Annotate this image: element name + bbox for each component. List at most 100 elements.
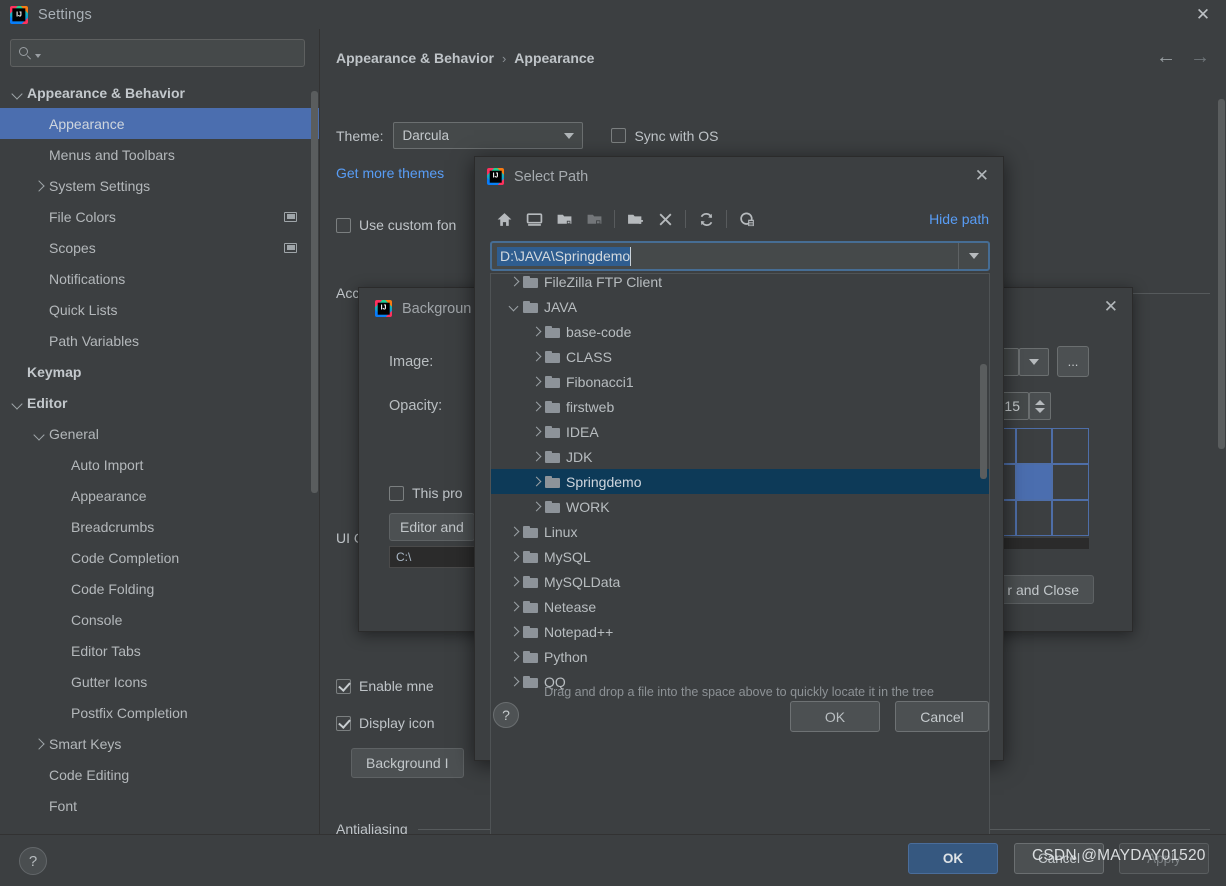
sidebar-item-file-colors[interactable]: File Colors bbox=[0, 201, 319, 232]
chevron-right-icon[interactable] bbox=[507, 524, 523, 540]
show-hidden-files-icon[interactable] bbox=[732, 206, 762, 232]
file-tree-row[interactable]: MySQL bbox=[491, 544, 989, 569]
home-icon[interactable] bbox=[489, 206, 519, 232]
cancel-button[interactable]: Cancel bbox=[895, 701, 989, 732]
theme-select[interactable]: Darcula bbox=[393, 122, 584, 149]
sidebar-item-code-editing[interactable]: Code Editing bbox=[0, 759, 319, 790]
sidebar-item-path-variables[interactable]: Path Variables bbox=[0, 325, 319, 356]
sidebar-item-breadcrumbs[interactable]: Breadcrumbs bbox=[0, 511, 319, 542]
close-icon[interactable]: ✕ bbox=[1104, 297, 1118, 317]
refresh-icon[interactable] bbox=[691, 206, 721, 232]
get-more-themes-link[interactable]: Get more themes bbox=[336, 165, 444, 181]
breadcrumb-root[interactable]: Appearance & Behavior bbox=[336, 50, 494, 66]
this-project-checkbox[interactable]: This pro bbox=[389, 485, 463, 501]
sidebar-item-appearance-behavior[interactable]: Appearance & Behavior bbox=[0, 77, 319, 108]
help-button[interactable]: ? bbox=[493, 702, 519, 728]
sidebar-item-code-completion[interactable]: Code Completion bbox=[0, 542, 319, 573]
search-box[interactable] bbox=[10, 39, 305, 67]
sidebar-item-gutter-icons[interactable]: Gutter Icons bbox=[0, 666, 319, 697]
anchor-cell[interactable] bbox=[1015, 428, 1053, 464]
back-arrow-icon[interactable]: ← bbox=[1156, 47, 1176, 67]
path-input-bar[interactable]: D:\JAVA\Springdemo bbox=[490, 241, 990, 271]
sidebar-item-editor[interactable]: Editor bbox=[0, 387, 319, 418]
file-tree-row[interactable]: Python bbox=[491, 644, 989, 669]
enable-mnemonics-checkbox[interactable]: Enable mne bbox=[336, 678, 434, 694]
anchor-cell[interactable] bbox=[1052, 500, 1089, 536]
sidebar-item-appearance[interactable]: Appearance bbox=[0, 108, 319, 139]
sidebar-item-editor-tabs[interactable]: Editor Tabs bbox=[0, 635, 319, 666]
chevron-right-icon[interactable] bbox=[529, 474, 545, 490]
file-tree-row[interactable]: FileZilla FTP Client bbox=[491, 274, 989, 294]
chevron-down-icon[interactable] bbox=[32, 427, 46, 441]
anchor-cell[interactable] bbox=[1015, 500, 1053, 536]
file-tree-row[interactable]: JAVA bbox=[491, 294, 989, 319]
main-scrollbar[interactable] bbox=[1218, 99, 1225, 449]
chevron-down-icon[interactable] bbox=[10, 396, 24, 410]
file-tree-row[interactable]: CLASS bbox=[491, 344, 989, 369]
file-tree-row[interactable]: Linux bbox=[491, 519, 989, 544]
forward-arrow-icon[interactable]: → bbox=[1190, 47, 1210, 67]
sidebar-item-font[interactable]: Font bbox=[0, 790, 319, 821]
chevron-down-icon[interactable] bbox=[507, 299, 523, 315]
chevron-right-icon[interactable] bbox=[32, 737, 46, 751]
chevron-right-icon[interactable] bbox=[507, 624, 523, 640]
sidebar-item-quick-lists[interactable]: Quick Lists bbox=[0, 294, 319, 325]
collapse-folder-icon[interactable] bbox=[549, 206, 579, 232]
chevron-right-icon[interactable] bbox=[529, 424, 545, 440]
search-input[interactable] bbox=[41, 45, 304, 61]
chevron-right-icon[interactable] bbox=[507, 549, 523, 565]
close-icon[interactable]: ✕ bbox=[975, 166, 989, 186]
sidebar-item-notifications[interactable]: Notifications bbox=[0, 263, 319, 294]
file-tree-row[interactable]: IDEA bbox=[491, 419, 989, 444]
sidebar-item-code-folding[interactable]: Code Folding bbox=[0, 573, 319, 604]
anchor-cell[interactable] bbox=[1052, 428, 1089, 464]
new-folder-icon[interactable] bbox=[620, 206, 650, 232]
delete-icon[interactable] bbox=[650, 206, 680, 232]
path-history-dropdown[interactable] bbox=[958, 243, 988, 269]
sidebar-item-scopes[interactable]: Scopes bbox=[0, 232, 319, 263]
browse-button[interactable]: ... bbox=[1057, 346, 1089, 377]
desktop-icon[interactable] bbox=[519, 206, 549, 232]
file-tree-row[interactable]: MySQLData bbox=[491, 569, 989, 594]
sidebar-item-menus-and-toolbars[interactable]: Menus and Toolbars bbox=[0, 139, 319, 170]
background-image-button[interactable]: Background I bbox=[351, 748, 464, 778]
chevron-right-icon[interactable] bbox=[507, 574, 523, 590]
file-tree-row[interactable]: Netease bbox=[491, 594, 989, 619]
hide-path-link[interactable]: Hide path bbox=[929, 211, 989, 227]
sidebar-item-auto-import[interactable]: Auto Import bbox=[0, 449, 319, 480]
chevron-right-icon[interactable] bbox=[529, 499, 545, 515]
sidebar-item-general[interactable]: General bbox=[0, 418, 319, 449]
file-tree-row[interactable]: Springdemo bbox=[491, 469, 989, 494]
sidebar-item-appearance[interactable]: Appearance bbox=[0, 480, 319, 511]
chevron-right-icon[interactable] bbox=[507, 274, 523, 290]
editor-and-tools-button[interactable]: Editor and bbox=[389, 513, 475, 541]
chevron-right-icon[interactable] bbox=[529, 399, 545, 415]
file-tree-row[interactable]: base-code bbox=[491, 319, 989, 344]
ok-button[interactable]: OK bbox=[908, 843, 998, 874]
sidebar-item-console[interactable]: Console bbox=[0, 604, 319, 635]
chevron-right-icon[interactable] bbox=[529, 374, 545, 390]
file-tree-row[interactable]: WORK bbox=[491, 494, 989, 519]
file-tree-scrollbar[interactable] bbox=[980, 364, 987, 479]
chevron-right-icon[interactable] bbox=[507, 649, 523, 665]
display-icons-checkbox[interactable]: Display icon bbox=[336, 715, 434, 731]
ok-button[interactable]: OK bbox=[790, 701, 880, 732]
anchor-cell[interactable] bbox=[1052, 464, 1089, 500]
sidebar-item-keymap[interactable]: Keymap bbox=[0, 356, 319, 387]
file-tree-row[interactable]: firstweb bbox=[491, 394, 989, 419]
close-icon[interactable]: ✕ bbox=[1180, 0, 1226, 29]
chevron-right-icon[interactable] bbox=[529, 324, 545, 340]
sync-with-os-checkbox[interactable]: Sync with OS bbox=[611, 128, 719, 144]
chevron-right-icon[interactable] bbox=[529, 349, 545, 365]
chevron-right-icon[interactable] bbox=[529, 449, 545, 465]
sidebar-scrollbar[interactable] bbox=[311, 91, 318, 493]
file-tree-row[interactable]: Fibonacci1 bbox=[491, 369, 989, 394]
image-dropdown-button[interactable] bbox=[1019, 348, 1049, 376]
sidebar-item-postfix-completion[interactable]: Postfix Completion bbox=[0, 697, 319, 728]
chevron-right-icon[interactable] bbox=[32, 179, 46, 193]
chevron-right-icon[interactable] bbox=[507, 599, 523, 615]
opacity-stepper[interactable] bbox=[1029, 392, 1051, 420]
use-custom-font-checkbox[interactable]: Use custom fon bbox=[336, 217, 456, 233]
help-button[interactable]: ? bbox=[19, 847, 47, 875]
file-tree-row[interactable]: JDK bbox=[491, 444, 989, 469]
